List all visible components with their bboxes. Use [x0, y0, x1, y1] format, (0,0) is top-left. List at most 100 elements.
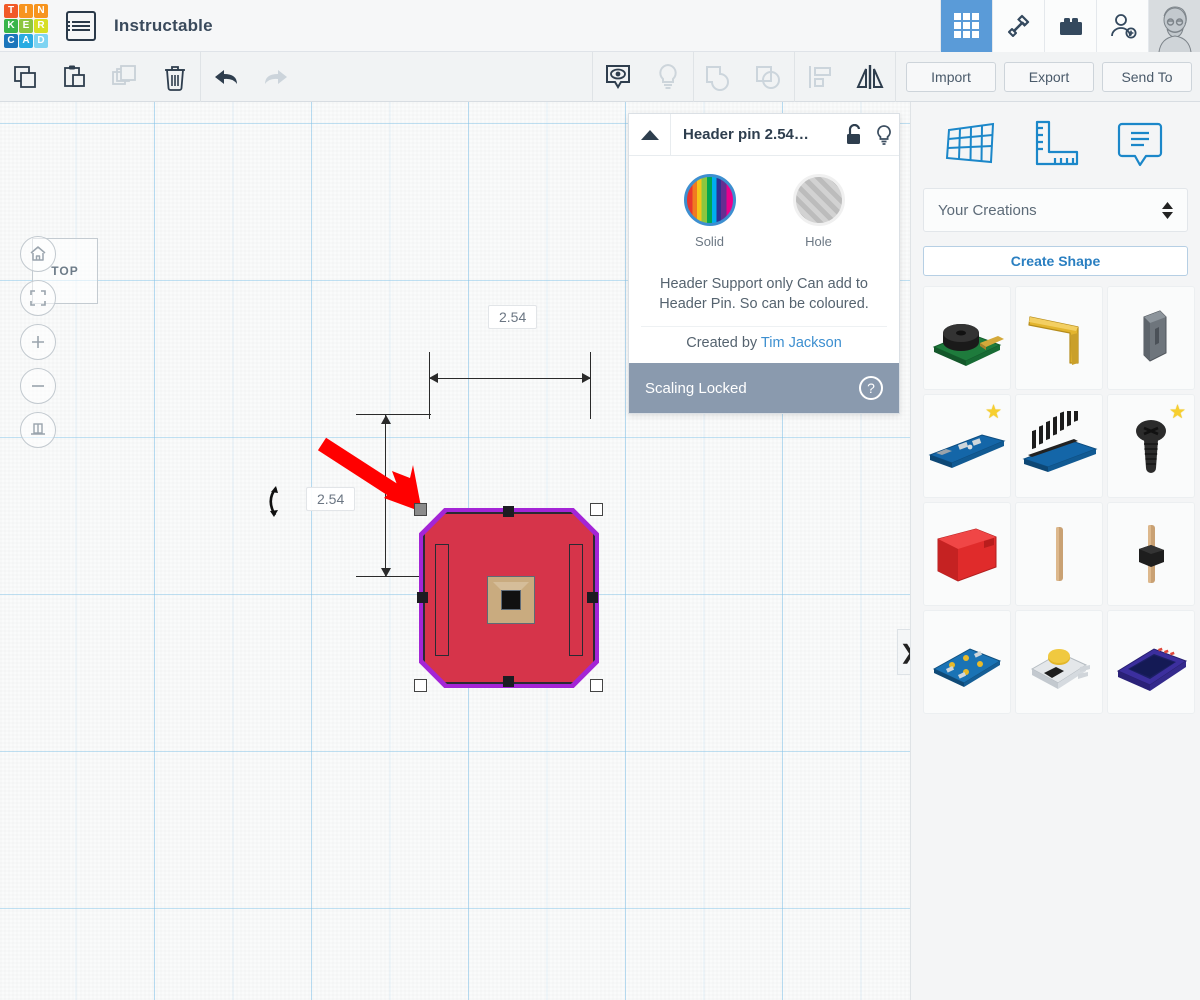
scale-handle-bottom-left[interactable]	[414, 679, 427, 692]
favorite-star-icon: ★	[984, 402, 1002, 423]
library-select[interactable]: Your Creations	[923, 188, 1188, 232]
shape-tactile-button[interactable]	[1015, 610, 1103, 714]
shape-body[interactable]	[423, 512, 595, 684]
dimension-label-width[interactable]: 2.54	[488, 305, 538, 329]
copy-icon[interactable]	[0, 52, 50, 102]
lightbulb-icon[interactable]	[643, 52, 693, 102]
scale-handle-top[interactable]	[503, 506, 514, 517]
shape-mode-swatches: Solid Hole	[629, 170, 899, 249]
brick-icon[interactable]	[1044, 0, 1096, 52]
scale-handle-top-left[interactable]	[414, 503, 427, 516]
spinner-arrows-icon	[1162, 201, 1173, 219]
fit-view-button[interactable]	[20, 280, 56, 316]
edit-toolbar: Import Export Send To	[0, 51, 1200, 102]
dimension-line-left	[385, 415, 386, 576]
zoom-in-button[interactable]	[20, 324, 56, 360]
duplicate-icon[interactable]	[100, 52, 150, 102]
shape-buzzer-board[interactable]: ★	[923, 286, 1011, 390]
ruler-icon[interactable]	[1027, 118, 1083, 170]
solid-swatch-circle	[683, 174, 736, 226]
shape-wood-pin[interactable]	[1015, 502, 1103, 606]
hole-swatch-label: Hole	[805, 234, 832, 249]
shape-grey-component[interactable]	[1107, 286, 1195, 390]
delete-icon[interactable]	[150, 52, 200, 102]
undo-icon[interactable]	[201, 52, 251, 102]
logo-tile: N	[34, 3, 48, 18]
export-button[interactable]: Export	[1004, 61, 1094, 92]
favorite-star-icon: ★	[1168, 402, 1186, 423]
scale-handle-bottom-right[interactable]	[590, 679, 603, 692]
logo-tile: K	[4, 18, 18, 33]
shape-properties-panel: Header pin 2.54… Solid Hole Header Suppo…	[628, 113, 900, 415]
help-icon[interactable]: ?	[859, 376, 883, 401]
top-bar-actions	[940, 0, 1200, 52]
ungroup-icon[interactable]	[744, 52, 794, 102]
paste-icon[interactable]	[50, 52, 100, 102]
properties-body: Solid Hole Header Support only Can add t…	[629, 156, 899, 363]
zoom-out-button[interactable]	[20, 368, 56, 404]
unlock-icon[interactable]	[839, 114, 869, 156]
logo-tile: A	[19, 33, 33, 48]
rotate-handle-icon[interactable]	[262, 484, 284, 520]
shape-allen-key[interactable]	[1015, 286, 1103, 390]
import-button[interactable]: Import	[906, 61, 996, 92]
history-tool-group	[201, 52, 301, 102]
mirror-icon[interactable]	[845, 52, 895, 102]
create-shape-button[interactable]: Create Shape	[923, 246, 1188, 276]
shape-pin-header-board[interactable]	[1015, 394, 1103, 498]
dimension-arrow	[381, 568, 391, 577]
tinkercad-window: T I N K E R C A D Instructable Import Ex…	[0, 0, 1200, 1000]
scaling-locked-label: Scaling Locked	[645, 379, 747, 397]
shape-sensor-board[interactable]: ★	[923, 394, 1011, 498]
shapes-sidebar: Your Creations Create Shape ★ ★	[910, 102, 1200, 1000]
grid-view-icon[interactable]	[940, 0, 992, 52]
hole-swatch[interactable]: Hole	[792, 174, 845, 249]
shape-screw[interactable]: ★	[1107, 394, 1195, 498]
shape-detail-left	[435, 544, 449, 656]
scale-handle-right[interactable]	[587, 592, 598, 603]
home-view-button[interactable]	[20, 236, 56, 272]
lightbulb-icon[interactable]	[869, 114, 899, 156]
group-tool-group	[694, 52, 794, 102]
solid-swatch-label: Solid	[695, 234, 724, 249]
redo-icon[interactable]	[251, 52, 301, 102]
dimension-arrow	[582, 373, 591, 383]
dimension-arrow	[381, 415, 391, 424]
shape-red-block[interactable]	[923, 502, 1011, 606]
show-hide-icon[interactable]	[593, 52, 643, 102]
author-link[interactable]: Tim Jackson	[761, 335, 842, 351]
logo-tile: T	[4, 3, 18, 18]
dimension-extension-line	[429, 352, 430, 419]
perspective-toggle-button[interactable]	[20, 412, 56, 448]
hole-swatch-circle	[792, 174, 845, 226]
scale-handle-bottom[interactable]	[503, 676, 514, 687]
dimension-label-depth[interactable]: 2.54	[306, 487, 356, 511]
project-menu-icon[interactable]	[66, 10, 96, 41]
collapse-triangle-icon[interactable]	[629, 113, 671, 156]
add-person-icon[interactable]	[1096, 0, 1148, 52]
solid-swatch[interactable]: Solid	[683, 174, 736, 249]
shape-pin-with-body[interactable]	[1107, 502, 1195, 606]
shape-credit: Created by Tim Jackson	[641, 326, 887, 363]
dimension-line-top	[430, 378, 590, 379]
scale-handle-left[interactable]	[417, 592, 428, 603]
tinkercad-logo[interactable]: T I N K E R C A D	[2, 2, 50, 50]
align-icon[interactable]	[795, 52, 845, 102]
shape-blue-pcb[interactable]	[923, 610, 1011, 714]
collapse-panel-chevron-icon[interactable]: ❯	[897, 629, 910, 675]
toolbar-divider	[895, 51, 896, 102]
dimension-extension-line	[590, 352, 591, 419]
dimension-arrow	[429, 373, 438, 383]
scaling-locked-bar: Scaling Locked ?	[629, 363, 899, 414]
hammer-icon[interactable]	[992, 0, 1044, 52]
avatar[interactable]	[1148, 0, 1200, 52]
logo-tile: R	[34, 18, 48, 33]
send-to-button[interactable]: Send To	[1102, 61, 1192, 92]
note-icon[interactable]	[1112, 118, 1168, 170]
shape-oled-display[interactable]	[1107, 610, 1195, 714]
dimension-extension-line	[356, 414, 431, 415]
group-icon[interactable]	[694, 52, 744, 102]
workplane-icon[interactable]	[943, 118, 999, 170]
scale-handle-top-right[interactable]	[590, 503, 603, 516]
view-tool-group	[593, 52, 693, 102]
